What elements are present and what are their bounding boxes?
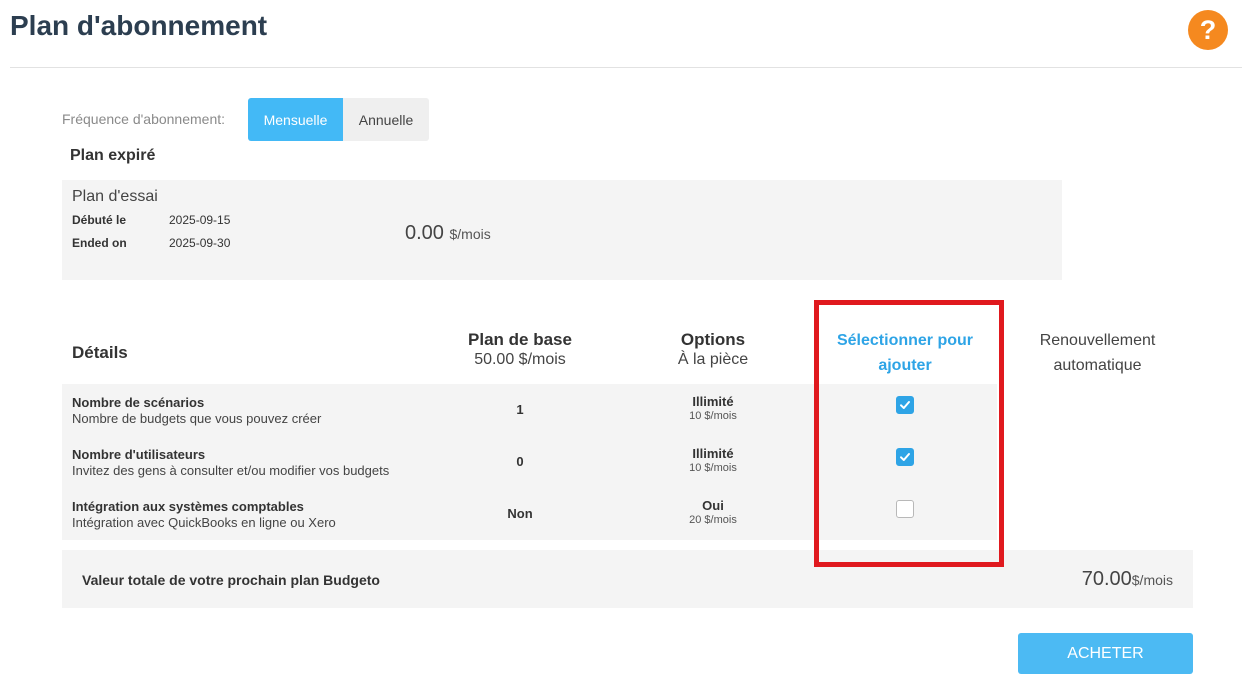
feature-base-value: 1 bbox=[516, 402, 524, 417]
plan-name: Plan d'essai bbox=[72, 188, 158, 205]
started-value: 2025-09-15 bbox=[169, 213, 231, 227]
select-checkbox[interactable] bbox=[896, 396, 914, 414]
started-label: Débuté le bbox=[72, 213, 127, 227]
options-column-header: Options À la pièce bbox=[633, 330, 793, 369]
feature-base-value: Non bbox=[507, 506, 533, 521]
total-label: Valeur totale de votre prochain plan Bud… bbox=[82, 572, 380, 588]
feature-option-value: Illimité bbox=[692, 446, 734, 461]
expired-plan-price: 0.00 $/mois bbox=[405, 222, 491, 245]
total-amount: 70.00$/mois bbox=[1082, 568, 1173, 591]
checkmark-icon bbox=[900, 401, 910, 409]
question-mark-icon: ? bbox=[1200, 15, 1217, 45]
feature-option-value: Illimité bbox=[692, 394, 734, 409]
base-plan-label: Plan de base bbox=[468, 330, 572, 349]
feature-description: Intégration avec QuickBooks en ligne ou … bbox=[72, 515, 336, 530]
svg-text:?: ? bbox=[1200, 15, 1217, 45]
feature-name: Intégration aux systèmes comptables bbox=[72, 499, 304, 514]
feature-description: Nombre de budgets que vous pouvez créer bbox=[72, 411, 322, 426]
feature-option-price: 10 $/mois bbox=[689, 462, 737, 474]
ended-label: Ended on bbox=[72, 236, 127, 250]
help-icon[interactable]: ? bbox=[1188, 10, 1228, 50]
header-divider bbox=[10, 67, 1242, 68]
options-label: Options bbox=[680, 330, 746, 349]
table-row: Nombre de scénarios Nombre de budgets que… bbox=[62, 384, 997, 436]
page-title: Plan d'abonnement bbox=[10, 10, 268, 41]
select-checkbox[interactable] bbox=[896, 500, 914, 518]
price-value: 0.00 bbox=[405, 222, 444, 244]
feature-name: Nombre d'utilisateurs bbox=[72, 447, 206, 462]
price-unit: $/mois bbox=[449, 226, 491, 242]
expired-plan-heading: Plan expiré bbox=[70, 147, 156, 164]
options-sub: À la pièce bbox=[677, 351, 749, 368]
feature-option: Illimité 10 $/mois bbox=[633, 446, 793, 474]
details-heading: Détails bbox=[72, 343, 128, 362]
feature-option-value: Oui bbox=[702, 498, 724, 513]
renew-header-line1: Renouvellement bbox=[1039, 332, 1156, 349]
renew-column-header: Renouvellement automatique bbox=[1010, 328, 1185, 378]
feature-option-price: 20 $/mois bbox=[689, 514, 737, 526]
total-value: 70.00 bbox=[1081, 568, 1132, 590]
total-summary: Valeur totale de votre prochain plan Bud… bbox=[62, 550, 1193, 608]
frequency-annual-button[interactable]: Annuelle bbox=[343, 98, 429, 141]
table-row: Nombre d'utilisateurs Invitez des gens à … bbox=[62, 436, 997, 488]
base-plan-column-header: Plan de base 50.00 $/mois bbox=[440, 330, 600, 369]
renew-header-line2: automatique bbox=[1053, 357, 1142, 374]
expired-plan-card: Plan d'essai Débuté le 2025-09-15 Ended … bbox=[62, 180, 1062, 280]
feature-description: Invitez des gens à consulter et/ou modif… bbox=[72, 463, 390, 478]
ended-value: 2025-09-30 bbox=[169, 236, 231, 250]
frequency-monthly-button[interactable]: Mensuelle bbox=[248, 98, 343, 141]
feature-base-value: 0 bbox=[516, 454, 524, 469]
feature-option: Illimité 10 $/mois bbox=[633, 394, 793, 422]
select-header-line2: ajouter bbox=[878, 357, 932, 374]
feature-option-price: 10 $/mois bbox=[689, 410, 737, 422]
table-row: Intégration aux systèmes comptables Intég… bbox=[62, 488, 997, 540]
feature-option: Oui 20 $/mois bbox=[633, 498, 793, 526]
select-header-line1: Sélectionner pour bbox=[836, 332, 974, 349]
base-plan-price: 50.00 $/mois bbox=[474, 351, 566, 368]
feature-name: Nombre de scénarios bbox=[72, 395, 205, 410]
checkmark-icon bbox=[900, 453, 910, 461]
frequency-label: Fréquence d'abonnement: bbox=[62, 111, 226, 127]
select-checkbox[interactable] bbox=[896, 448, 914, 466]
buy-button[interactable]: ACHETER bbox=[1018, 633, 1193, 674]
total-unit: $/mois bbox=[1131, 572, 1173, 588]
select-column-header: Sélectionner pour ajouter bbox=[822, 328, 988, 378]
